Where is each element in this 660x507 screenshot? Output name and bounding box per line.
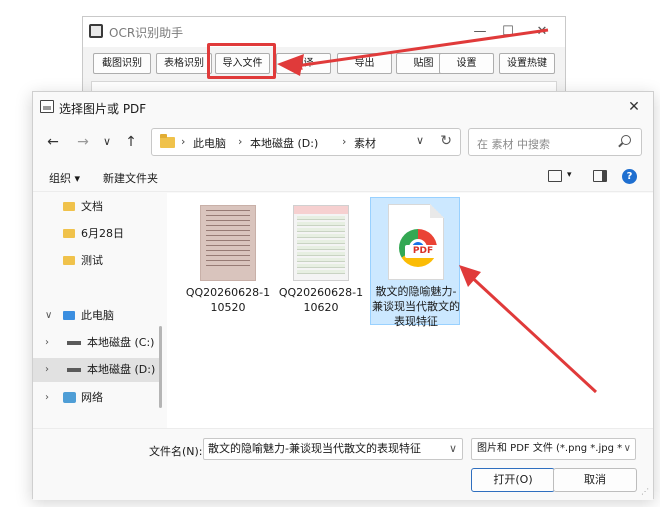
- nav-item-label: 本地磁盘 (C:): [87, 336, 155, 349]
- chevron-down-icon[interactable]: ∨: [449, 439, 457, 459]
- preview-pane-icon[interactable]: [593, 170, 607, 182]
- breadcrumb-drive-d[interactable]: 本地磁盘 (D:): [250, 135, 318, 151]
- breadcrumb-separator: ›: [342, 135, 347, 148]
- recent-locations-button[interactable]: ∨: [97, 132, 117, 152]
- breadcrumb-this-pc[interactable]: 此电脑: [193, 135, 226, 151]
- filetype-select[interactable]: 图片和 PDF 文件 (*.png *.jpg * ∨: [471, 438, 636, 460]
- ocr-app-window: OCR识别助手 — ☐ ✕ 截图识别 表格识别 导入文件 翻译 导出 贴图 设置…: [82, 16, 566, 98]
- nav-item-documents[interactable]: 文档: [33, 195, 159, 219]
- folder-icon: [63, 202, 75, 211]
- forward-button[interactable]: →: [73, 132, 93, 152]
- address-bar[interactable]: › 此电脑 › 本地磁盘 (D:) › 素材 ∨ ↻: [151, 128, 461, 156]
- hotkey-settings-button[interactable]: 设置热键: [499, 53, 555, 74]
- file-item-selected[interactable]: PDF 散文的隐喻魅力-兼谈现当代散文的表现特征: [370, 197, 460, 328]
- app-close-button[interactable]: ✕: [529, 22, 555, 42]
- app-icon: [89, 24, 103, 38]
- file-list: QQ20260628-110520 QQ20260628-110620 PDF …: [167, 193, 653, 428]
- open-button[interactable]: 打开(O): [471, 468, 555, 492]
- refresh-icon[interactable]: ↻: [440, 133, 452, 149]
- file-name: 散文的隐喻魅力-兼谈现当代散文的表现特征: [372, 285, 460, 328]
- chevron-right-icon[interactable]: ›: [45, 358, 49, 382]
- chevron-right-icon[interactable]: ›: [45, 386, 49, 410]
- back-button[interactable]: ←: [43, 132, 63, 152]
- up-button[interactable]: ↑: [121, 132, 141, 152]
- view-dropdown-icon[interactable]: ▾: [567, 170, 572, 180]
- view-options-icon[interactable]: [548, 170, 562, 182]
- file-name: QQ20260628-110520: [185, 286, 271, 314]
- filename-value: 散文的隐喻魅力-兼谈现当代散文的表现特征: [208, 442, 421, 455]
- image-thumbnail: [200, 205, 256, 281]
- cancel-button[interactable]: 取消: [553, 468, 637, 492]
- nav-item-label: 6月28日: [81, 227, 124, 240]
- chevron-right-icon[interactable]: ›: [45, 331, 49, 355]
- nav-item-network[interactable]: › 网络: [33, 386, 159, 410]
- nav-scrollbar[interactable]: [159, 326, 162, 408]
- file-name: QQ20260628-110620: [278, 286, 364, 314]
- drive-icon: [67, 341, 81, 345]
- filename-label: 文件名(N):: [149, 445, 203, 458]
- app-title: OCR识别助手: [109, 26, 184, 40]
- nav-item-label: 测试: [81, 254, 103, 267]
- maximize-button[interactable]: ☐: [495, 22, 521, 42]
- chevron-down-icon[interactable]: ∨: [45, 304, 52, 328]
- screenshot-ocr-button[interactable]: 截图识别: [93, 53, 151, 74]
- organize-menu[interactable]: 组织 ▾: [49, 170, 80, 186]
- pdf-badge: PDF: [405, 245, 441, 258]
- navigation-row: ← → ∨ ↑ › 此电脑 › 本地磁盘 (D:) › 素材 ∨ ↻ 在 素材 …: [33, 124, 653, 160]
- open-file-dialog: 选择图片或 PDF ✕ ← → ∨ ↑ › 此电脑 › 本地磁盘 (D:) › …: [32, 91, 654, 500]
- breadcrumb-sucai[interactable]: 素材: [354, 135, 376, 151]
- folder-icon: [63, 256, 75, 265]
- nav-item-label: 本地磁盘 (D:): [87, 363, 156, 376]
- address-dropdown-icon[interactable]: ∨: [416, 134, 424, 147]
- help-icon[interactable]: ?: [622, 169, 637, 184]
- new-folder-button[interactable]: 新建文件夹: [103, 170, 158, 186]
- nav-item-label: 网络: [81, 391, 103, 404]
- nav-item-label: 此电脑: [81, 309, 114, 322]
- dialog-close-button[interactable]: ✕: [623, 96, 645, 118]
- table-ocr-button[interactable]: 表格识别: [156, 53, 212, 74]
- spreadsheet-thumbnail: [293, 205, 349, 281]
- computer-icon: [63, 311, 75, 320]
- folder-icon: [160, 134, 175, 148]
- breadcrumb-separator: ›: [238, 135, 243, 148]
- settings-button[interactable]: 设置: [439, 53, 494, 74]
- dialog-footer: 文件名(N): 散文的隐喻魅力-兼谈现当代散文的表现特征 ∨ 图片和 PDF 文…: [33, 428, 653, 500]
- app-titlebar: OCR识别助手 — ☐ ✕: [83, 17, 565, 47]
- chevron-down-icon[interactable]: ∨: [623, 439, 631, 459]
- breadcrumb-separator: ›: [181, 135, 186, 148]
- command-bar: 组织 ▾ 新建文件夹 ▾ ?: [33, 162, 653, 192]
- folder-icon: [63, 229, 75, 238]
- filetype-value: 图片和 PDF 文件 (*.png *.jpg *: [477, 443, 623, 454]
- network-icon: [63, 392, 76, 403]
- nav-item-drive-c[interactable]: › 本地磁盘 (C:): [33, 331, 159, 355]
- image-icon: [40, 100, 54, 113]
- pdf-file-icon: PDF: [388, 204, 444, 280]
- search-input[interactable]: 在 素材 中搜索: [468, 128, 642, 156]
- export-button[interactable]: 导出: [337, 53, 392, 74]
- search-icon: [621, 135, 631, 145]
- resize-grip-icon[interactable]: ⋰: [641, 487, 649, 496]
- import-button-highlight: [207, 43, 276, 79]
- minimize-button[interactable]: —: [467, 22, 493, 42]
- nav-item-this-pc[interactable]: ∨ 此电脑: [33, 304, 159, 328]
- search-placeholder: 在 素材 中搜索: [477, 138, 550, 151]
- filename-field[interactable]: 散文的隐喻魅力-兼谈现当代散文的表现特征 ∨: [203, 438, 463, 460]
- nav-item-test[interactable]: 测试: [33, 249, 159, 273]
- drive-icon: [67, 368, 81, 372]
- translate-button[interactable]: 翻译: [276, 53, 331, 74]
- dialog-titlebar: 选择图片或 PDF ✕: [33, 92, 653, 122]
- nav-item-june-28[interactable]: 6月28日: [33, 222, 159, 246]
- nav-item-drive-d[interactable]: › 本地磁盘 (D:): [33, 358, 159, 382]
- nav-item-label: 文档: [81, 200, 103, 213]
- navigation-pane: 文档 6月28日 测试 ∨ 此电脑 › 本地磁盘 (C:) › 本地磁盘 (D:…: [33, 193, 162, 428]
- dialog-title: 选择图片或 PDF: [59, 102, 147, 116]
- app-toolbar: 截图识别 表格识别 导入文件 翻译 导出 贴图 设置 设置热键: [83, 53, 565, 75]
